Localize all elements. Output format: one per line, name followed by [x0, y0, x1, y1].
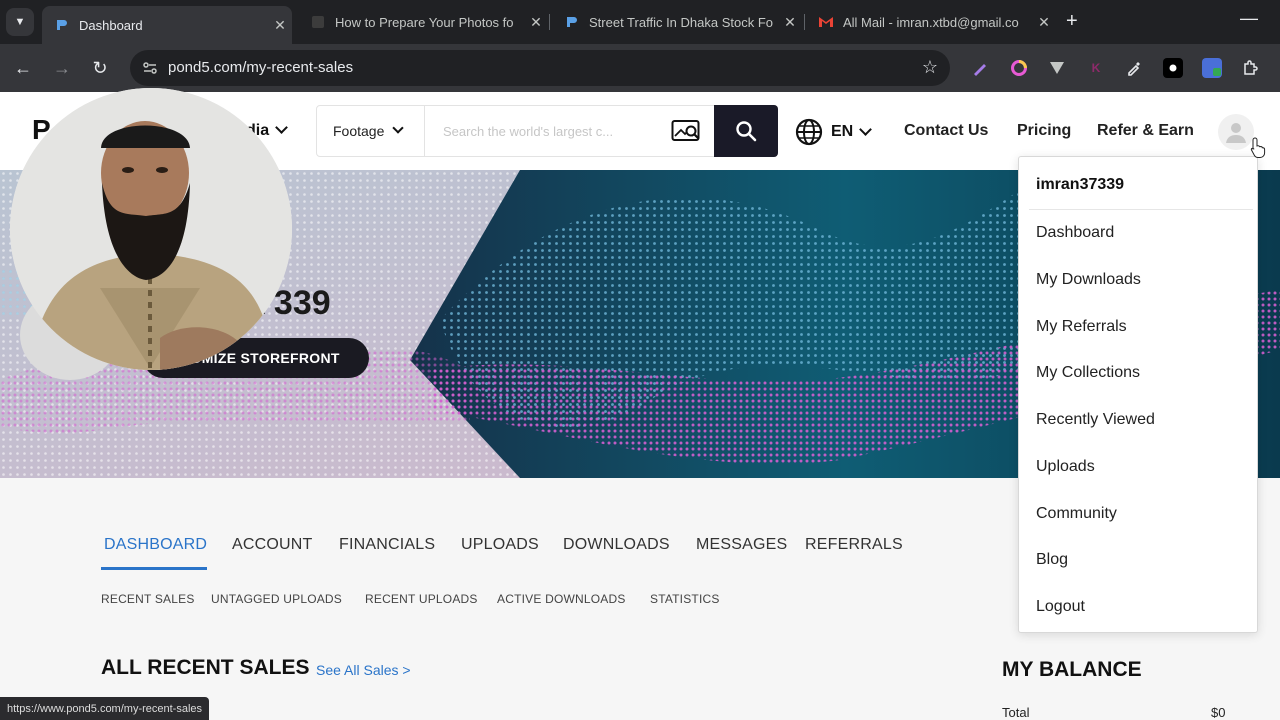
menu-item-recently-viewed[interactable]: Recently Viewed: [1036, 411, 1155, 429]
address-bar[interactable]: pond5.com/my-recent-sales ☆: [130, 50, 950, 86]
extension-pen-icon[interactable]: [970, 58, 990, 78]
tab-uploads[interactable]: UPLOADS: [461, 536, 539, 554]
tab-close-icon[interactable]: ✕: [524, 14, 548, 31]
language-selector[interactable]: EN: [795, 118, 873, 146]
tab-close-icon[interactable]: ✕: [268, 17, 292, 34]
browser-tabbar: ▼ Dashboard ✕ How to Prepare Your Photos…: [0, 0, 1280, 44]
tab-dashboard[interactable]: DASHBOARD: [104, 536, 207, 554]
browser-tab-dashboard[interactable]: Dashboard ✕: [42, 6, 292, 44]
pond5-favicon-icon: [54, 17, 70, 33]
menu-item-my-downloads[interactable]: My Downloads: [1036, 271, 1141, 289]
extensions-puzzle-icon[interactable]: [1240, 58, 1260, 78]
browser-tab-photos[interactable]: How to Prepare Your Photos fo ✕: [298, 6, 548, 38]
tab-downloads[interactable]: DOWNLOADS: [563, 536, 670, 554]
tab-account[interactable]: ACCOUNT: [232, 536, 313, 554]
tab-title: Dashboard: [79, 17, 143, 33]
tab-title: How to Prepare Your Photos fo: [335, 14, 514, 30]
account-avatar-button[interactable]: [1218, 114, 1254, 150]
url-text: pond5.com/my-recent-sales: [168, 59, 354, 76]
extension-k-icon[interactable]: K: [1086, 58, 1106, 78]
tab-separator: [804, 14, 805, 30]
extension-camera-icon[interactable]: [1163, 58, 1183, 78]
back-arrow-icon[interactable]: ←: [11, 56, 35, 80]
search-type-label: Footage: [333, 123, 385, 139]
nav-pricing[interactable]: Pricing: [1017, 122, 1071, 140]
tab-close-icon[interactable]: ✕: [1032, 14, 1056, 31]
extension-eyedropper-icon[interactable]: [1124, 58, 1144, 78]
subtab-recent-uploads[interactable]: RECENT UPLOADS: [365, 592, 478, 606]
chevron-down-icon: [859, 122, 873, 136]
browser-tab-street-traffic[interactable]: Street Traffic In Dhaka Stock Fo ✕: [552, 6, 802, 38]
tab-title: Street Traffic In Dhaka Stock Fo: [589, 14, 774, 30]
account-dropdown-menu: imran37339 Dashboard My Downloads My Ref…: [1018, 156, 1258, 633]
recent-sales-title: ALL RECENT SALES: [101, 656, 310, 679]
search-bar: Footage: [316, 105, 778, 157]
tab-close-icon[interactable]: ✕: [778, 14, 802, 31]
search-icon: [736, 121, 757, 142]
search-type-select[interactable]: Footage: [317, 106, 425, 156]
see-all-sales-link[interactable]: See All Sales >: [316, 662, 411, 678]
forward-arrow-icon[interactable]: →: [50, 56, 74, 80]
chevron-down-icon: [275, 121, 288, 134]
globe-icon: [795, 118, 823, 146]
balance-total-value: $0: [1211, 705, 1226, 720]
hand-cursor-icon: [1250, 137, 1266, 158]
menu-item-dashboard[interactable]: Dashboard: [1036, 224, 1114, 242]
site-info-icon[interactable]: [142, 60, 158, 76]
nav-refer-earn[interactable]: Refer & Earn: [1097, 122, 1194, 140]
extension-badge-icon[interactable]: [1202, 58, 1222, 78]
menu-item-community[interactable]: Community: [1036, 505, 1117, 523]
menu-item-blog[interactable]: Blog: [1036, 551, 1068, 569]
webcam-overlay: [10, 88, 292, 370]
subtab-statistics[interactable]: STATISTICS: [650, 592, 720, 606]
extension-color-ring-icon[interactable]: [1009, 58, 1029, 78]
status-bar-url: https://www.pond5.com/my-recent-sales: [0, 697, 210, 720]
reload-icon[interactable]: ↻: [88, 56, 112, 80]
search-button[interactable]: [714, 105, 778, 157]
subtab-active-downloads[interactable]: ACTIVE DOWNLOADS: [497, 592, 626, 606]
menu-item-my-referrals[interactable]: My Referrals: [1036, 318, 1127, 336]
tab-separator: [549, 14, 550, 30]
extension-vuetify-icon[interactable]: [1047, 58, 1067, 78]
page-favicon-icon: [310, 14, 326, 30]
tab-title: All Mail - imran.xtbd@gmail.co: [843, 14, 1019, 30]
gmail-favicon-icon: [818, 14, 834, 30]
dropdown-username: imran37339: [1036, 176, 1125, 193]
menu-item-logout[interactable]: Logout: [1036, 598, 1085, 616]
tab-referrals[interactable]: REFERRALS: [805, 536, 903, 554]
menu-item-uploads[interactable]: Uploads: [1036, 458, 1095, 476]
subtab-untagged-uploads[interactable]: UNTAGGED UPLOADS: [211, 592, 342, 606]
tab-messages[interactable]: MESSAGES: [696, 536, 787, 554]
screen: ▼ Dashboard ✕ How to Prepare Your Photos…: [0, 0, 1280, 720]
tab-financials[interactable]: FINANCIALS: [339, 536, 435, 554]
my-balance-title: MY BALANCE: [1002, 658, 1142, 681]
language-label: EN: [831, 123, 854, 140]
browser-toolbar: ← → ↻ pond5.com/my-recent-sales ☆ K: [0, 44, 1280, 92]
subtab-recent-sales[interactable]: RECENT SALES: [101, 592, 195, 606]
user-icon: [1226, 123, 1246, 143]
pond5-favicon-icon: [564, 14, 580, 30]
chevron-down-icon: [392, 122, 405, 134]
bookmark-star-icon[interactable]: ☆: [922, 57, 938, 78]
nav-contact-us[interactable]: Contact Us: [904, 122, 988, 140]
search-input[interactable]: [443, 120, 633, 142]
balance-total-label: Total: [1002, 705, 1030, 720]
window-minimize-icon[interactable]: —: [1240, 8, 1258, 29]
presenter-figure: [10, 88, 292, 370]
menu-item-my-collections[interactable]: My Collections: [1036, 364, 1140, 382]
visual-search-icon[interactable]: [671, 119, 701, 143]
dropdown-divider: [1029, 209, 1253, 210]
new-tab-plus-icon[interactable]: +: [1066, 10, 1078, 33]
active-tab-underline: [101, 567, 207, 570]
tab-search-chevron-icon[interactable]: ▼: [6, 8, 34, 36]
browser-tab-gmail[interactable]: All Mail - imran.xtbd@gmail.co ✕: [806, 6, 1056, 38]
